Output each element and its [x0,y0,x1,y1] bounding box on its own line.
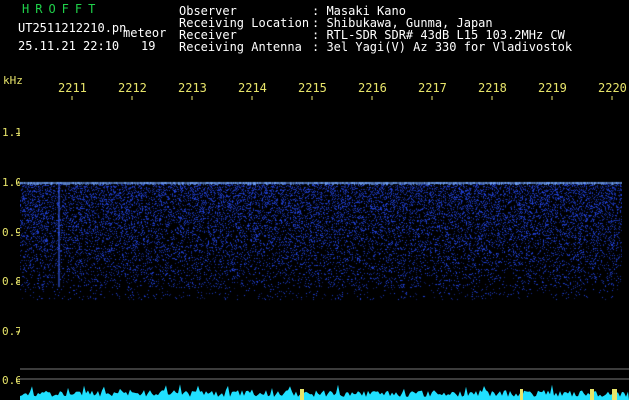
x-tick-label: 2213 [178,81,207,95]
datetime-label: 25.11.21 22:10 [18,39,120,53]
info-value-antenna: : 3el Yagi(V) Az 330 for Vladivostok [312,40,573,54]
x-tick-label: 2220 [598,81,627,95]
y-tick-label: 0.8 [2,275,22,289]
app-logo: HROFFT [22,2,102,16]
y-tick-label: 1.1 [2,126,22,140]
x-tick-label: 2215 [298,81,327,95]
meteor-label: meteor [123,26,167,40]
spectrogram [20,96,622,400]
x-tick-label: 2216 [358,81,387,95]
hrofft-window: HROFFT UT2511212210.pn meteor 25.11.21 2… [0,0,629,400]
x-tick-label: 2211 [58,81,87,95]
filename-label: UT2511212210.pn [18,21,127,35]
x-tick-label: 2214 [238,81,267,95]
x-tick-label: 2219 [538,81,567,95]
x-tick-label: 2217 [418,81,447,95]
y-axis-label: kHz [3,74,23,87]
meteor-count: 19 [141,39,156,53]
y-tick-label: 0.6 [2,374,22,388]
x-tick-label: 2218 [478,81,507,95]
y-tick-label: 1.0 [2,176,22,189]
info-label-antenna: Receiving Antenna [179,40,302,54]
y-tick-label: 0.7 [2,324,22,338]
x-tick-label: 2212 [118,81,147,95]
y-tick-label: 0.9 [2,225,22,239]
